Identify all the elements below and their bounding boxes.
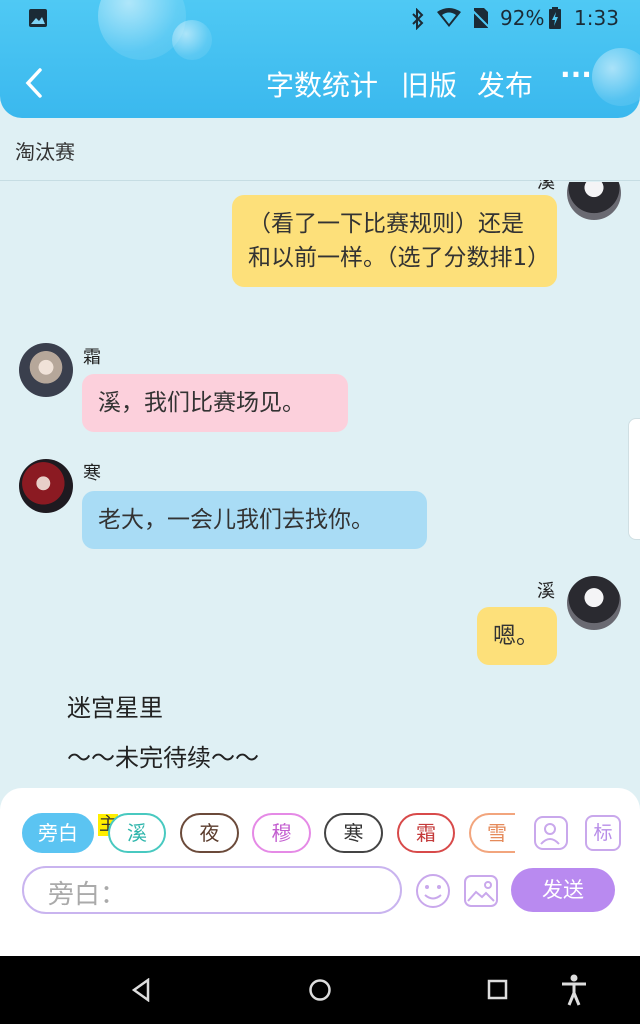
sender-name: 溪 [537, 581, 555, 602]
publish-button[interactable]: 发布 [477, 64, 533, 104]
message-bubble: 溪，我们比赛场见。 [82, 374, 348, 432]
role-chip-ye[interactable]: 夜 [180, 813, 239, 853]
status-bar: 92% 1:33 [0, 0, 640, 38]
avatar[interactable] [19, 343, 73, 397]
role-chip-han[interactable]: 寒 [324, 813, 383, 853]
message-bubble: 嗯。 [477, 607, 557, 665]
role-chip-xue[interactable]: 雪 [469, 813, 515, 853]
wifi-icon [437, 8, 461, 27]
back-triangle-icon[interactable] [130, 978, 152, 1002]
role-chip-narrator[interactable]: 旁白 [22, 813, 94, 853]
image-icon [29, 9, 47, 27]
battery-percent: 92% [500, 6, 545, 30]
no-sim-icon [471, 8, 490, 29]
word-count-button[interactable]: 字数统计 [266, 64, 378, 104]
message-bubble: （看了一下比赛规则）还是和以前一样。（选了分数排1） [232, 195, 557, 287]
bluetooth-icon [412, 8, 424, 30]
back-arrow-icon[interactable] [20, 66, 48, 100]
old-version-button[interactable]: 旧版 [401, 64, 457, 104]
send-button[interactable]: 发送 [511, 868, 615, 912]
clock: 1:33 [574, 6, 619, 30]
role-chip-mu[interactable]: 穆 [252, 813, 311, 853]
role-chip-xi[interactable]: 溪 [108, 813, 166, 853]
system-nav-bar [0, 956, 640, 1024]
home-circle-icon[interactable] [308, 978, 332, 1002]
battery-icon [549, 7, 561, 29]
message-bubble: 老大，一会儿我们去找你。 [82, 491, 427, 549]
contest-label: 淘汰赛 [15, 140, 75, 164]
top-toolbar: 字数统计 旧版 发布 ··· [0, 56, 640, 112]
image-picker-icon[interactable] [462, 872, 500, 910]
narration-text: 迷宫星里 [67, 694, 163, 722]
narration-text: ～～未完待续～～ [67, 744, 259, 772]
role-manage-icon[interactable] [533, 815, 569, 851]
input-placeholder: 旁白： [48, 880, 127, 910]
sender-name: 寒 [83, 463, 101, 484]
tag-button[interactable]: 标 [585, 815, 621, 851]
contest-label-bar: 淘汰赛 [0, 128, 640, 178]
emoji-icon[interactable] [414, 872, 452, 910]
role-chip-shuang[interactable]: 霜 [397, 813, 455, 853]
recents-square-icon[interactable] [487, 979, 509, 1001]
accessibility-icon[interactable] [560, 974, 588, 1006]
scroll-handle[interactable] [628, 418, 640, 540]
sender-name: 霜 [83, 347, 101, 368]
avatar[interactable] [567, 576, 621, 630]
avatar[interactable] [19, 459, 73, 513]
message-input[interactable]: 旁白： [22, 866, 402, 914]
more-menu-button[interactable]: ··· [560, 58, 592, 91]
